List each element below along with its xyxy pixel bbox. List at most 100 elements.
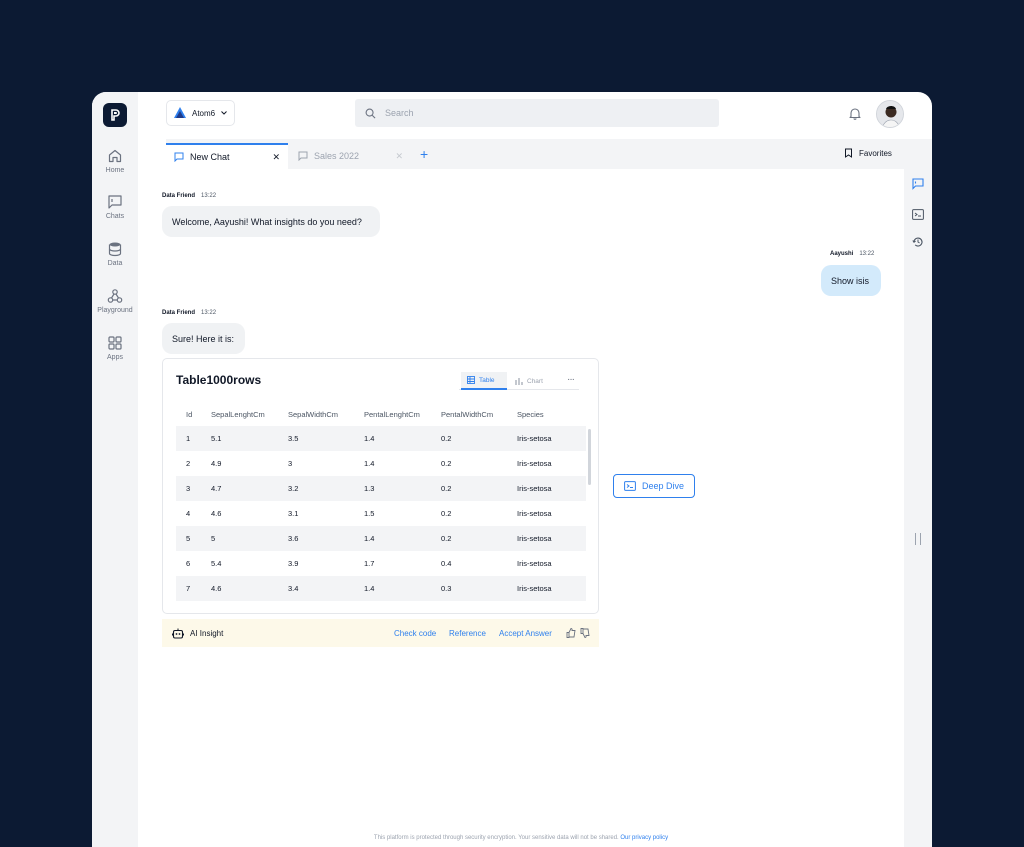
ai-insight-bar: AI Insight Check code Reference Accept A… (162, 619, 599, 647)
table-title: Table1000rows (176, 373, 262, 387)
table-cell: 4.7 (211, 484, 222, 493)
message-meta: Data Friend 13:22 (162, 193, 216, 199)
table-scrollbar[interactable] (588, 429, 591, 485)
tab-table-view[interactable]: Table (461, 372, 507, 390)
column-header[interactable]: PentalLenghtCm (364, 407, 420, 421)
tab-label: Chart (527, 377, 543, 385)
check-code-link[interactable]: Check code (394, 629, 436, 638)
close-icon[interactable]: ✕ (272, 152, 280, 163)
table-cell: Iris-setosa (517, 484, 552, 493)
search-input[interactable] (385, 108, 685, 118)
table-header: Id SepalLenghtCm SepalWidthCm PentalLeng… (176, 407, 586, 421)
tab-chart-view[interactable]: Chart (515, 372, 543, 390)
nav-playground[interactable]: Playground (92, 288, 138, 314)
right-sidebar (904, 169, 932, 847)
nav-home[interactable]: Home (92, 148, 138, 174)
more-options-button[interactable]: ··· (567, 374, 575, 385)
table-row[interactable]: 4 4.6 3.1 1.5 0.2 Iris-setosa (176, 501, 586, 526)
table-cell: Iris-setosa (517, 434, 552, 443)
table-cell: Iris-setosa (517, 584, 552, 593)
table-cell: 3 (288, 459, 293, 468)
table-cell: Iris-setosa (517, 559, 552, 568)
column-header[interactable]: SepalWidthCm (288, 407, 338, 421)
logo-icon[interactable] (103, 103, 127, 127)
table-row[interactable]: 6 5.4 3.9 1.7 0.4 Iris-setosa (176, 551, 586, 576)
apps-icon (108, 336, 122, 350)
table-cell: 1.4 (364, 434, 375, 443)
column-header[interactable]: Id (186, 407, 192, 421)
tab-label: New Chat (190, 152, 230, 162)
table-row[interactable]: 2 4.9 3 1.4 0.2 Iris-setosa (176, 451, 586, 476)
message-meta: Data Friend 13:22 (162, 310, 216, 316)
timestamp: 13:22 (859, 251, 875, 257)
database-icon (108, 242, 122, 257)
nav-label: Apps (107, 354, 123, 361)
message-meta: Aayushi 13:22 (830, 251, 874, 257)
bar-chart-icon (515, 378, 523, 385)
table-cell: 0.4 (441, 559, 452, 568)
sender-name: Data Friend (162, 193, 196, 199)
favorites-button[interactable]: Favorites (844, 148, 892, 158)
nav-apps[interactable]: Apps (92, 335, 138, 361)
table-cell: 1.5 (364, 509, 375, 518)
table-cell: 5.1 (211, 434, 222, 443)
nav-label: Playground (97, 307, 133, 314)
history-icon[interactable] (912, 235, 924, 253)
home-icon (108, 149, 122, 163)
reference-link[interactable]: Reference (449, 629, 486, 638)
thumbs-up-icon[interactable] (566, 628, 576, 638)
column-header[interactable]: Species (517, 407, 544, 421)
table-cell: 3.5 (288, 434, 299, 443)
table-cell: Iris-setosa (517, 459, 552, 468)
table-row[interactable]: 1 5.1 3.5 1.4 0.2 Iris-setosa (176, 426, 586, 451)
table-cell: 3.9 (288, 559, 299, 568)
chat-panel-icon[interactable] (912, 177, 924, 195)
table-cell: 3.6 (288, 534, 299, 543)
privacy-policy-link[interactable]: Our privacy policy (620, 835, 668, 841)
table-row[interactable]: 7 4.6 3.4 1.4 0.3 Iris-setosa (176, 576, 586, 601)
left-sidebar: Home Chats Data Playground Apps (92, 92, 138, 847)
assistant-message: Welcome, Aayushi! What insights do you n… (162, 206, 380, 237)
tab-new-chat[interactable]: New Chat ✕ (166, 143, 288, 169)
table-cell: 4.6 (211, 584, 222, 593)
nav-chats[interactable]: Chats (92, 194, 138, 220)
notification-bell-icon[interactable] (849, 107, 861, 125)
playground-icon (107, 289, 123, 303)
user-avatar[interactable] (876, 100, 904, 128)
table-cell: 1.3 (364, 484, 375, 493)
accept-answer-link[interactable]: Accept Answer (499, 629, 552, 638)
table-cell: 1.4 (364, 534, 375, 543)
close-icon[interactable]: ✕ (395, 151, 403, 162)
table-icon (467, 376, 475, 384)
robot-icon (172, 628, 184, 639)
workspace-logo-icon (174, 107, 186, 118)
deep-dive-label: Deep Dive (641, 481, 685, 491)
table-cell: 0.2 (441, 434, 452, 443)
table-cell: 5 (186, 534, 191, 543)
terminal-icon[interactable] (912, 207, 924, 225)
tab-label: Sales 2022 (314, 151, 360, 161)
user-message: Show isis (821, 265, 881, 296)
add-tab-button[interactable]: + (420, 146, 428, 162)
resize-handle[interactable] (915, 533, 921, 545)
assistant-message: Sure! Here it is: (162, 323, 245, 354)
table-cell: 5 (211, 534, 216, 543)
table-cell: 1 (186, 434, 191, 443)
chat-icon (298, 151, 308, 161)
footer-text: This platform is protected through secur… (373, 835, 619, 841)
workspace-select[interactable]: Atom6 (166, 100, 235, 126)
timestamp: 13:22 (201, 193, 217, 199)
table-cell: 1.4 (364, 584, 375, 593)
table-cell: 2 (186, 459, 191, 468)
table-cell: 0.2 (441, 534, 452, 543)
tab-sales-2022[interactable]: Sales 2022 ✕ (290, 143, 411, 169)
column-header[interactable]: PentalWidthCm (441, 407, 493, 421)
column-header[interactable]: SepalLenghtCm (211, 407, 265, 421)
table-row[interactable]: 3 4.7 3.2 1.3 0.2 Iris-setosa (176, 476, 586, 501)
table-row[interactable]: 5 5 3.6 1.4 0.2 Iris-setosa (176, 526, 586, 551)
deep-dive-button[interactable]: Deep Dive (613, 474, 695, 498)
ai-insight-label: AI Insight (190, 628, 224, 638)
nav-data[interactable]: Data (92, 241, 138, 267)
thumbs-down-icon[interactable] (580, 628, 590, 638)
table-cell: 0.2 (441, 484, 452, 493)
